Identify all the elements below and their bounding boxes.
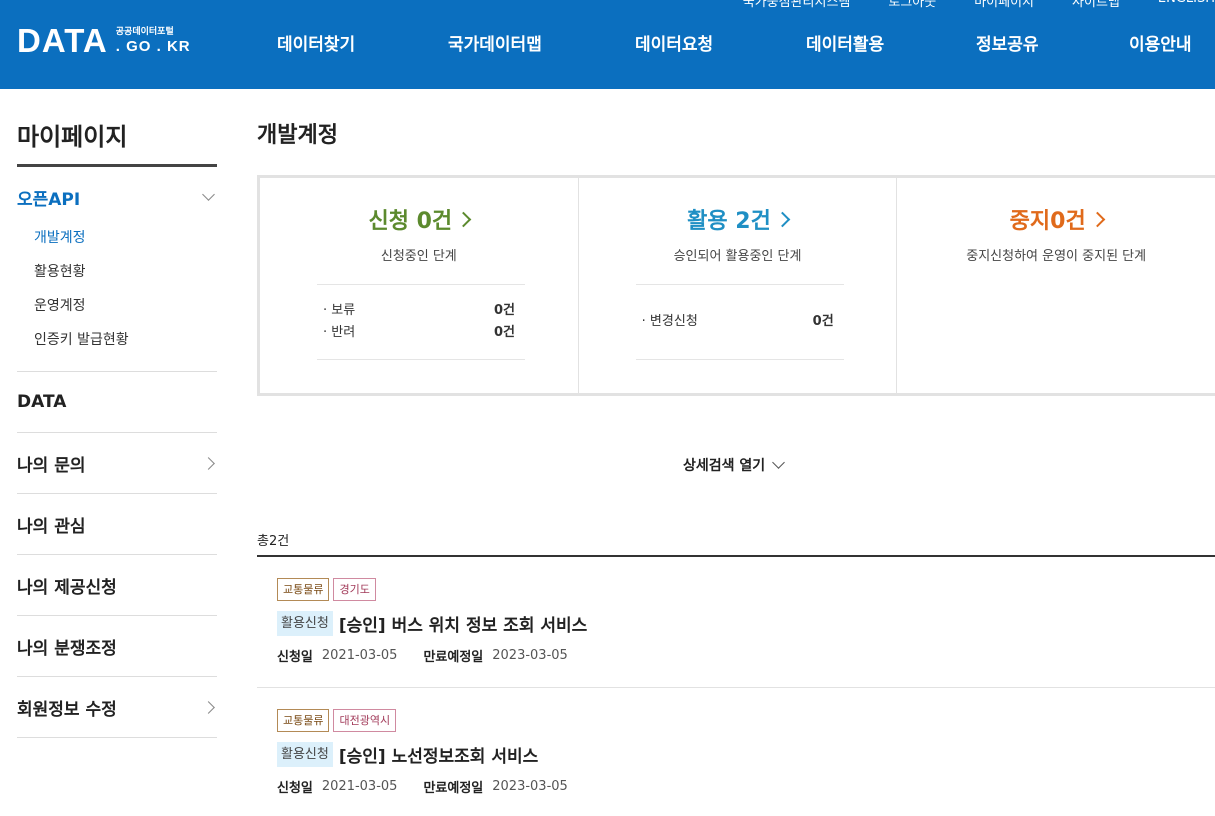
- util-link-logout[interactable]: 로그아웃: [888, 0, 936, 10]
- stat-heading: 활용 2건: [687, 209, 771, 234]
- category-tag: 교통물류: [277, 578, 330, 601]
- list-item: 교통물류 대전광역시 활용신청 [승인] 노선정보조회 서비스 신청일 2021…: [257, 688, 1215, 816]
- region-tag: 대전광역시: [333, 709, 397, 732]
- status-summary: 신청 0건 신청중인 단계 · 보류 0건 · 반려 0건 활용 2건 승인되어 활…: [257, 175, 1215, 396]
- stat-row-label: · 보류: [323, 303, 356, 318]
- tag-group: 교통물류 경기도: [277, 578, 1215, 601]
- chevron-down-icon: [202, 188, 215, 201]
- main-nav: 데이터찾기 국가데이터맵 데이터요청 데이터활용 정보공유 이용안내: [0, 30, 1215, 56]
- item-title-row[interactable]: 활용신청 [승인] 버스 위치 정보 조회 서비스: [277, 611, 1215, 636]
- apply-date: 2021-03-05: [321, 779, 398, 794]
- stat-breakdown: · 보류 0건 · 반려 0건: [317, 284, 525, 360]
- item-meta: 신청일 2021-03-05 만료예정일 2023-03-05: [277, 646, 1215, 665]
- stat-apply-link[interactable]: 신청 0건: [368, 203, 472, 235]
- stat-row-count: 0건: [493, 325, 515, 340]
- nav-data-request[interactable]: 데이터요청: [635, 30, 713, 55]
- submenu-item-auth-key[interactable]: 인증키 발급현황: [17, 323, 217, 357]
- stat-desc: 신청중인 단계: [380, 249, 457, 264]
- sidebar-item-edit-profile[interactable]: 회원정보 수정: [17, 677, 217, 738]
- expire-date-label: 만료예정일: [423, 650, 484, 665]
- sidebar-group-open-api: 오픈API 개발계정 활용현황 운영계정 인증키 발급현황: [17, 167, 217, 372]
- nav-data-map[interactable]: 국가데이터맵: [448, 30, 542, 55]
- util-link-0[interactable]: 국가중점관리지스템: [743, 0, 851, 10]
- sidebar-item-my-provision[interactable]: 나의 제공신청: [17, 555, 217, 616]
- utility-links: 국가중점관리지스템 로그아웃 마이페이지 사이트맵 ENGLISH: [705, 0, 1215, 10]
- sidebar-item-my-interest[interactable]: 나의 관심: [17, 494, 217, 555]
- expire-date-label: 만료예정일: [423, 781, 484, 796]
- sidebar-item-my-dispute[interactable]: 나의 분쟁조정: [17, 616, 217, 677]
- sidebar-item-label: 나의 문의: [17, 455, 86, 476]
- expire-date: 2023-03-05: [492, 779, 568, 794]
- sidebar-submenu: 개발계정 활용현황 운영계정 인증키 발급현황: [17, 221, 217, 357]
- submenu-item-operation-account[interactable]: 운영계정: [17, 289, 217, 323]
- stat-use: 활용 2건 승인되어 활용중인 단계 · 변경신청 0건: [579, 178, 898, 393]
- util-link-mypage[interactable]: 마이페이지: [974, 0, 1034, 10]
- region-tag: 경기도: [333, 578, 376, 601]
- sidebar-item-label: 회원정보 수정: [17, 699, 117, 720]
- page-title: 개발계정: [257, 123, 338, 148]
- stat-row-count: 0건: [493, 303, 515, 318]
- tag-group: 교통물류 대전광역시: [277, 709, 1215, 732]
- stat-use-link[interactable]: 활용 2건: [687, 203, 791, 235]
- list-item: 교통물류 경기도 활용신청 [승인] 버스 위치 정보 조회 서비스 신청일 2…: [257, 557, 1215, 688]
- chevron-right-icon: [1089, 211, 1105, 227]
- submenu-item-dev-account[interactable]: 개발계정: [17, 221, 217, 255]
- util-link-english[interactable]: ENGLISH: [1158, 0, 1215, 10]
- stat-row: · 반려 0건: [323, 322, 515, 344]
- sidebar-item-label: 오픈API: [17, 189, 81, 210]
- apply-date: 2021-03-05: [321, 648, 398, 663]
- item-title[interactable]: [승인] 노선정보조회 서비스: [339, 742, 538, 767]
- account-list: 교통물류 경기도 활용신청 [승인] 버스 위치 정보 조회 서비스 신청일 2…: [257, 557, 1215, 816]
- status-badge: 활용신청: [277, 611, 333, 636]
- total-count: 총2건: [257, 534, 290, 549]
- sidebar-menu: 오픈API 개발계정 활용현황 운영계정 인증키 발급현황 DATA 나의 문의…: [17, 167, 217, 738]
- sidebar-item-label: 나의 분쟁조정: [17, 638, 117, 659]
- stat-apply: 신청 0건 신청중인 단계 · 보류 0건 · 반려 0건: [260, 178, 579, 393]
- detail-search-toggle[interactable]: 상세검색 열기: [683, 455, 787, 475]
- stat-breakdown: · 변경신청 0건: [635, 284, 844, 360]
- sidebar-title: 마이페이지: [17, 123, 128, 151]
- chevron-right-icon: [455, 211, 472, 227]
- item-title-row[interactable]: 활용신청 [승인] 노선정보조회 서비스: [277, 742, 1215, 767]
- sidebar-item-label: 나의 관심: [17, 516, 86, 537]
- submenu-item-usage[interactable]: 활용현황: [17, 255, 217, 289]
- stat-desc: 중지신청하여 운영이 중지된 단계: [966, 249, 1147, 264]
- apply-date-label: 신청일: [277, 781, 313, 796]
- site-header: 국가중점관리지스템 로그아웃 마이페이지 사이트맵 ENGLISH DATA 공…: [0, 0, 1215, 89]
- nav-guide[interactable]: 이용안내: [1129, 30, 1192, 55]
- util-link-sitemap[interactable]: 사이트맵: [1072, 0, 1120, 10]
- nav-find-data[interactable]: 데이터찾기: [277, 30, 355, 55]
- stat-stop-link[interactable]: 중지0건: [1009, 203, 1105, 235]
- stat-heading: 중지0건: [1009, 209, 1086, 234]
- stat-row-label: · 반려: [323, 325, 356, 340]
- stat-row-label: · 변경신청: [641, 314, 698, 329]
- expire-date: 2023-03-05: [492, 648, 568, 663]
- sidebar-item-label: DATA: [17, 392, 67, 412]
- sidebar-item-open-api[interactable]: 오픈API: [17, 167, 217, 227]
- sidebar-item-my-inquiry[interactable]: 나의 문의: [17, 433, 217, 494]
- item-title[interactable]: [승인] 버스 위치 정보 조회 서비스: [339, 611, 587, 636]
- category-tag: 교통물류: [277, 709, 330, 732]
- stat-stop: 중지0건 중지신청하여 운영이 중지된 단계: [897, 178, 1215, 393]
- nav-info-share[interactable]: 정보공유: [976, 30, 1039, 55]
- stat-row: · 보류 0건: [323, 300, 515, 322]
- chevron-right-icon: [202, 456, 215, 470]
- stat-row: · 변경신청 0건: [642, 311, 834, 333]
- sidebar-item-data[interactable]: DATA: [17, 372, 217, 433]
- chevron-right-icon: [202, 700, 215, 714]
- chevron-down-icon: [772, 456, 786, 469]
- nav-data-use[interactable]: 데이터활용: [806, 30, 884, 55]
- sidebar-item-label: 나의 제공신청: [17, 577, 117, 598]
- apply-date-label: 신청일: [277, 650, 313, 665]
- chevron-right-icon: [774, 211, 791, 227]
- stat-heading: 신청 0건: [368, 209, 453, 234]
- detail-search-label: 상세검색 열기: [683, 458, 766, 474]
- status-badge: 활용신청: [277, 742, 333, 767]
- stat-desc: 승인되어 활용중인 단계: [673, 249, 802, 264]
- stat-row-count: 0건: [812, 314, 834, 329]
- item-meta: 신청일 2021-03-05 만료예정일 2023-03-05: [277, 777, 1215, 796]
